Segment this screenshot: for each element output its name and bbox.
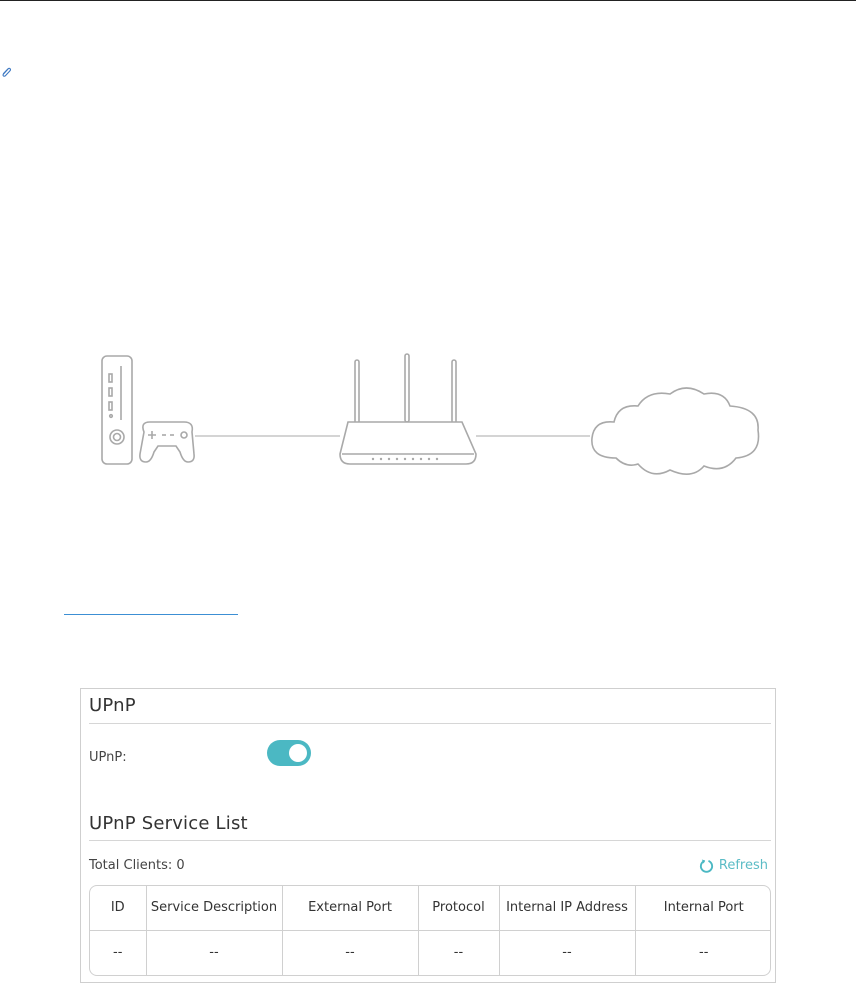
gamepad-icon <box>139 421 195 463</box>
upnp-section-title: UPnP <box>89 695 136 716</box>
section-divider <box>89 840 771 841</box>
table-row: -- -- -- -- -- -- <box>90 930 770 975</box>
column-header-internal-ip: Internal IP Address <box>499 886 636 930</box>
network-diagram <box>101 353 760 475</box>
column-header-service-description: Service Description <box>146 886 283 930</box>
table-cell: -- <box>146 930 283 975</box>
service-list-title: UPnP Service List <box>89 813 248 834</box>
table-cell: -- <box>418 930 500 975</box>
game-console-icon <box>101 355 133 465</box>
refresh-label: Refresh <box>718 857 768 873</box>
upnp-toggle[interactable] <box>267 740 311 766</box>
column-header-external-port: External Port <box>282 886 419 930</box>
upnp-panel: UPnP UPnP: UPnP Service List Total Clien… <box>80 688 776 983</box>
column-header-internal-port: Internal Port <box>663 900 744 916</box>
router-icon <box>339 353 477 465</box>
table-cell: -- <box>699 945 709 961</box>
upnp-toggle-label: UPnP: <box>89 750 127 765</box>
total-clients: Total Clients: 0 <box>89 858 185 873</box>
router-lights <box>371 457 439 461</box>
table-cell: -- <box>282 930 419 975</box>
top-divider <box>0 0 856 1</box>
underlined-link[interactable] <box>64 614 238 615</box>
refresh-button[interactable]: Refresh <box>699 855 768 875</box>
service-table: ID Service Description External Port Pro… <box>89 885 771 976</box>
column-header-protocol: Protocol <box>418 886 500 930</box>
cloud-icon <box>591 387 760 475</box>
section-divider <box>89 723 771 724</box>
table-cell: -- <box>90 930 147 975</box>
table-cell: -- <box>499 930 636 975</box>
column-header-id: ID <box>90 886 147 930</box>
refresh-icon <box>699 859 713 873</box>
toggle-knob <box>289 744 307 762</box>
table-header-row: ID Service Description External Port Pro… <box>90 886 770 930</box>
paperclip-icon <box>2 67 12 77</box>
